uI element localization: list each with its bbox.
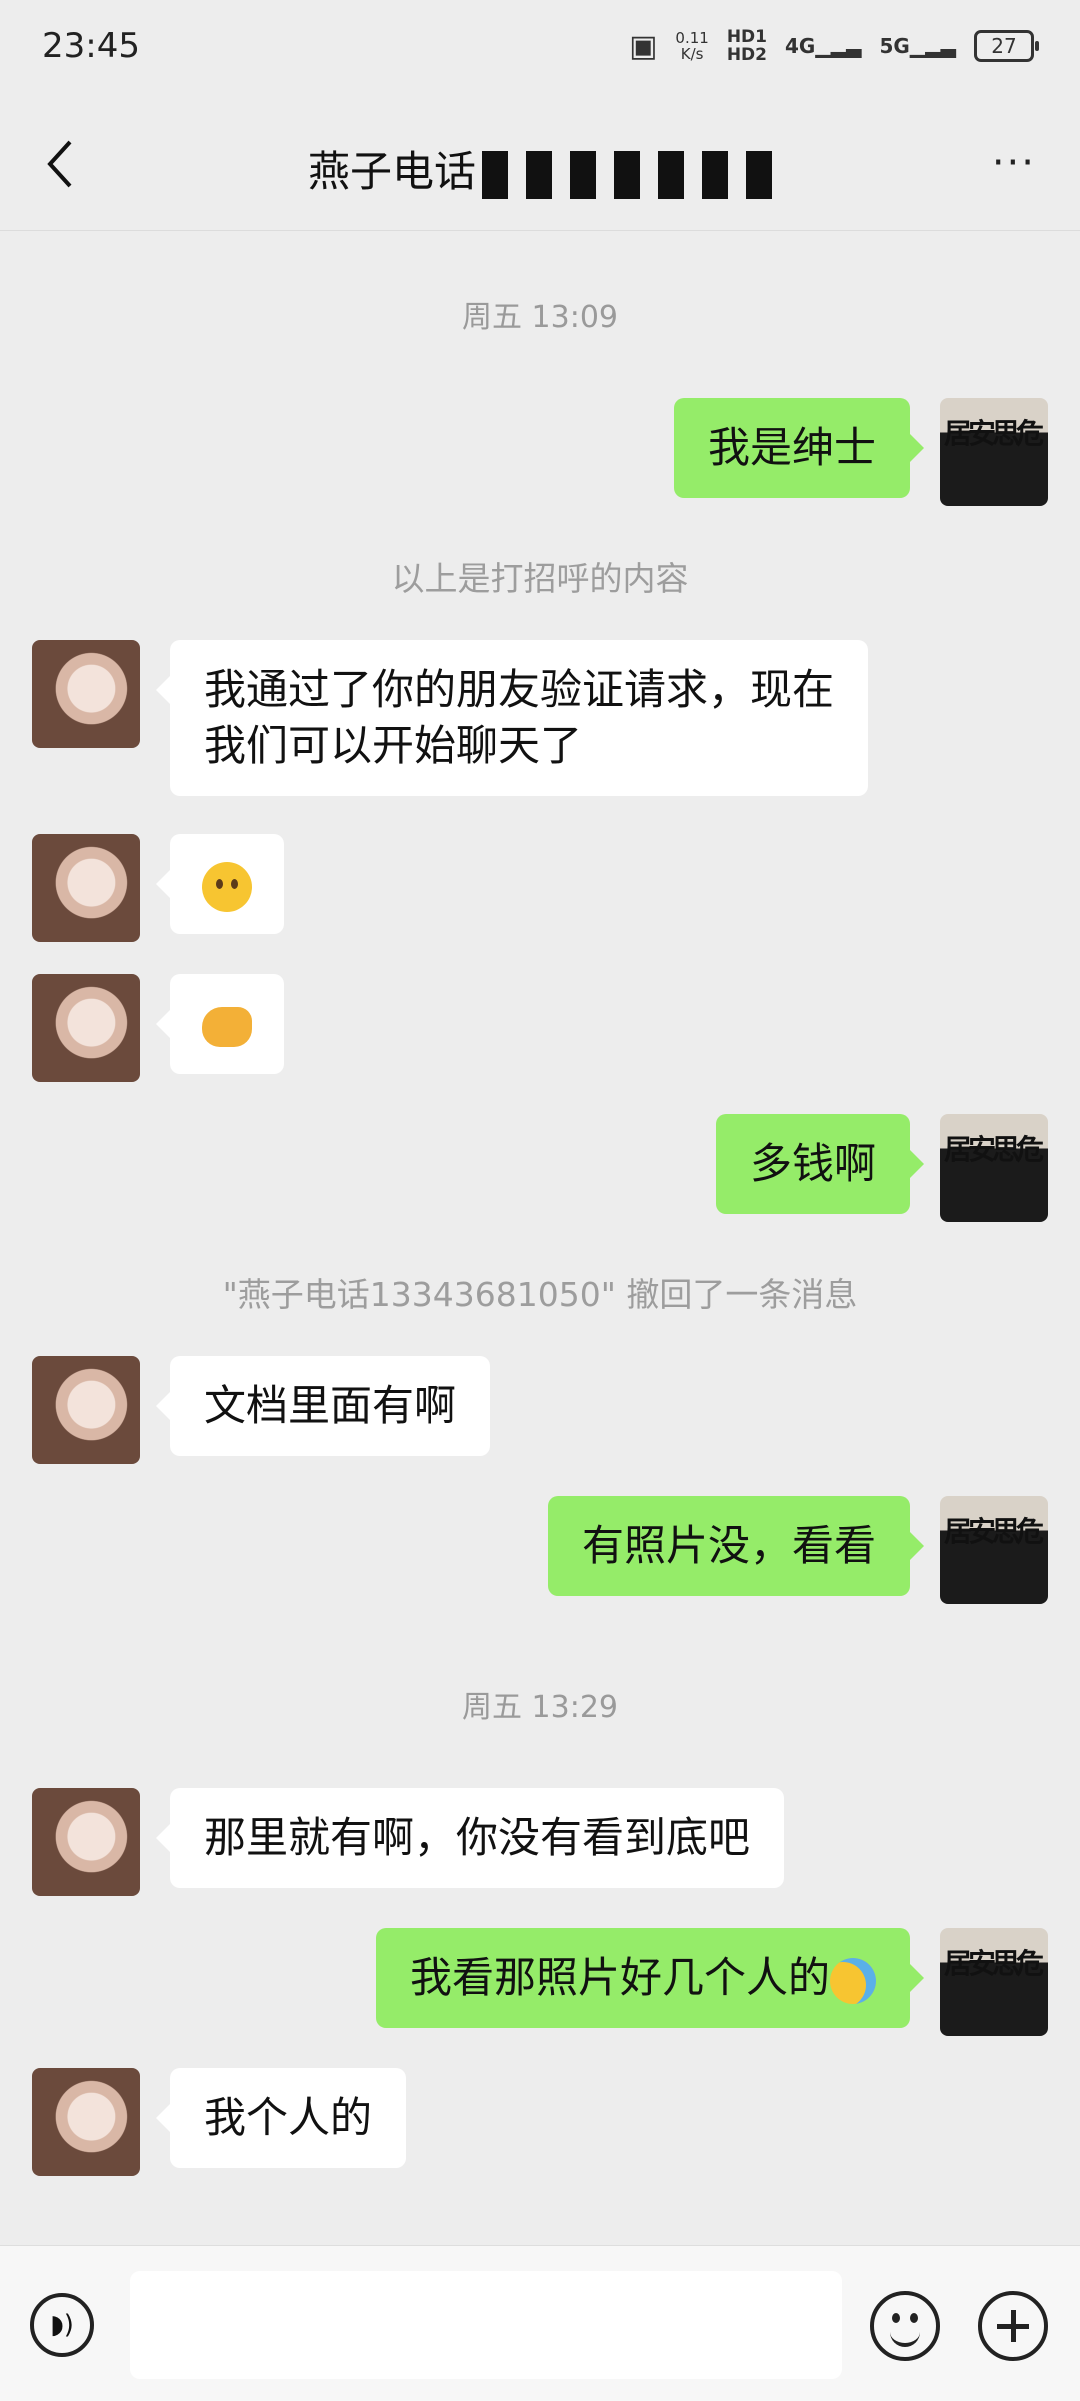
voice-input-icon[interactable]: ◗)	[30, 2293, 94, 2357]
smile-emoji-icon	[202, 861, 252, 912]
system-notice: 以上是打招呼的内容	[391, 559, 689, 598]
hd-indicator: HD1 HD2	[726, 27, 767, 65]
message-bubble-received[interactable]	[156, 974, 284, 1074]
plus-icon[interactable]	[978, 2291, 1048, 2361]
timestamp: 周五 13:09	[462, 300, 618, 335]
status-time: 23:45	[42, 26, 140, 66]
signal-5g-icon: 5G▁▂▃	[879, 34, 957, 58]
contact-avatar[interactable]	[32, 1356, 140, 1464]
fist-emoji-icon	[202, 1006, 252, 1047]
input-bar: ◗)	[0, 2245, 1080, 2401]
message-bubble-received[interactable]	[156, 834, 284, 934]
message-bubble-sent[interactable]: 有照片没，看看	[547, 1496, 925, 1596]
screen-mirror-icon: ▣	[629, 28, 658, 64]
contact-avatar[interactable]	[32, 640, 140, 748]
timestamp: 周五 13:29	[462, 1690, 618, 1725]
chat-title: 燕子电话	[0, 138, 1080, 199]
recall-notice: "燕子电话13343681050" 撤回了一条消息	[222, 1275, 858, 1314]
signal-4g-icon: 4G▁▂▃	[785, 34, 862, 58]
my-avatar[interactable]: 居安思危	[940, 1496, 1048, 1604]
contact-avatar[interactable]	[32, 1788, 140, 1896]
battery-icon: 27	[974, 30, 1039, 62]
message-input[interactable]	[130, 2271, 842, 2379]
crying-laughing-emoji-icon	[830, 1957, 876, 2004]
contact-avatar[interactable]	[32, 2068, 140, 2176]
message-bubble-received[interactable]: 我个人的	[155, 2068, 407, 2168]
message-bubble-sent[interactable]: 我是绅士	[673, 398, 925, 498]
message-bubble-received[interactable]: 我通过了你的朋友验证请求，现在 我们可以开始聊天了	[155, 640, 869, 796]
message-bubble-received[interactable]: 那里就有啊，你没有看到底吧	[155, 1788, 785, 1888]
chat-header: 燕子电话 ···	[0, 100, 1080, 231]
emoji-icon[interactable]	[870, 2291, 940, 2361]
status-bar: 23:45 ▣ 0.11 K/s HD1 HD2 4G▁▂▃ 5G▁▂▃ 27	[0, 0, 1080, 100]
my-avatar[interactable]: 居安思危	[940, 398, 1048, 506]
redacted-mask	[482, 150, 772, 199]
message-bubble-sent[interactable]: 多钱啊	[715, 1114, 925, 1214]
message-bubble-sent[interactable]: 我看那照片好几个人的	[375, 1928, 925, 2028]
my-avatar[interactable]: 居安思危	[940, 1928, 1048, 2036]
my-avatar[interactable]: 居安思危	[940, 1114, 1048, 1222]
message-bubble-received[interactable]: 文档里面有啊	[155, 1356, 491, 1456]
contact-avatar[interactable]	[32, 834, 140, 942]
contact-avatar[interactable]	[32, 974, 140, 1082]
status-icons: ▣ 0.11 K/s HD1 HD2 4G▁▂▃ 5G▁▂▃ 27	[629, 27, 1039, 65]
message-list[interactable]: 周五 13:09 居安思危 我是绅士 以上是打招呼的内容 我通过了你的朋友验证请…	[0, 230, 1080, 2245]
more-options-icon[interactable]: ···	[992, 140, 1036, 186]
net-speed: 0.11 K/s	[675, 29, 709, 63]
